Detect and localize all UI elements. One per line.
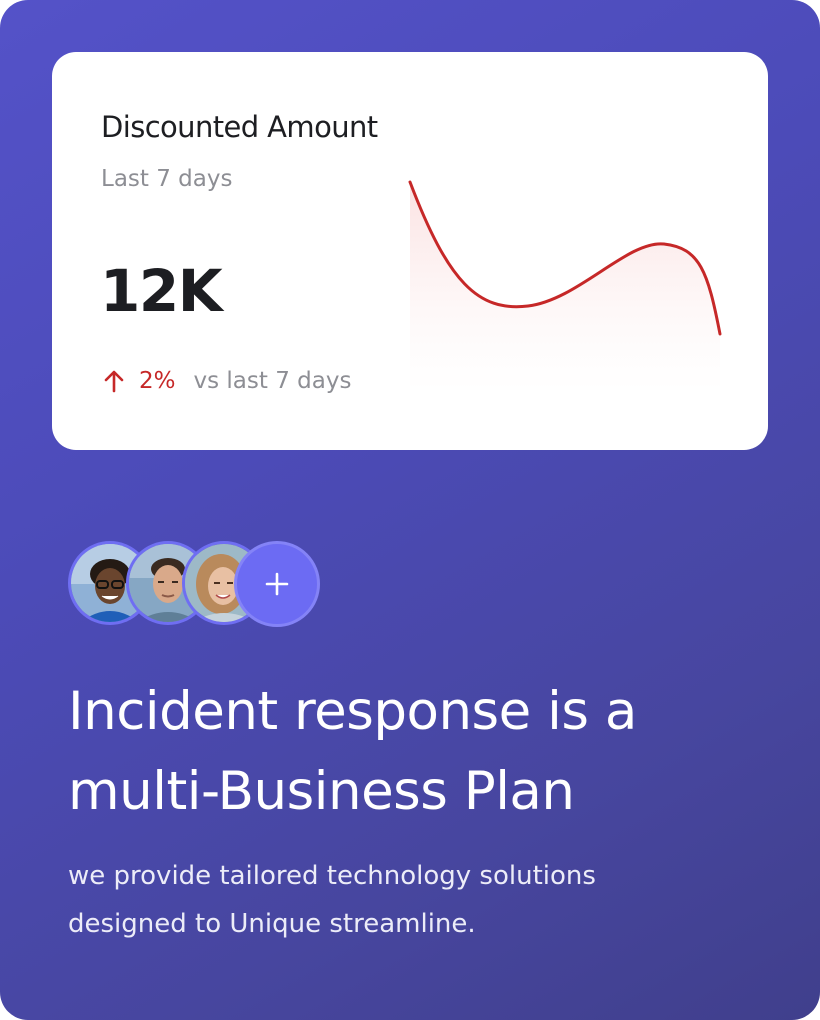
trend-label: vs last 7 days bbox=[193, 368, 352, 394]
card-subtitle: Last 7 days bbox=[101, 166, 233, 192]
description-line-1: we provide tailored technology solutions bbox=[68, 861, 596, 891]
add-member-button[interactable] bbox=[234, 541, 320, 627]
card-title: Discounted Amount bbox=[101, 110, 378, 144]
trend-row: 2% vs last 7 days bbox=[103, 368, 351, 394]
avatar-group bbox=[68, 541, 328, 629]
trend-percent: 2% bbox=[139, 368, 176, 394]
description: we provide tailored technology solutions… bbox=[68, 852, 768, 948]
arrow-up-icon bbox=[103, 369, 125, 393]
plus-icon bbox=[265, 572, 289, 596]
headline: Incident response is a multi-Business Pl… bbox=[68, 672, 788, 832]
discounted-amount-card: Discounted Amount Last 7 days 12K 2% vs … bbox=[52, 52, 768, 450]
sparkline-area bbox=[410, 182, 720, 392]
sparkline-chart bbox=[408, 180, 722, 392]
description-line-2: designed to Unique streamline. bbox=[68, 909, 476, 939]
headline-line-2: multi-Business Plan bbox=[68, 761, 575, 822]
headline-line-1: Incident response is a bbox=[68, 681, 637, 742]
card-value: 12K bbox=[100, 257, 223, 325]
promo-panel: Discounted Amount Last 7 days 12K 2% vs … bbox=[0, 0, 820, 1020]
